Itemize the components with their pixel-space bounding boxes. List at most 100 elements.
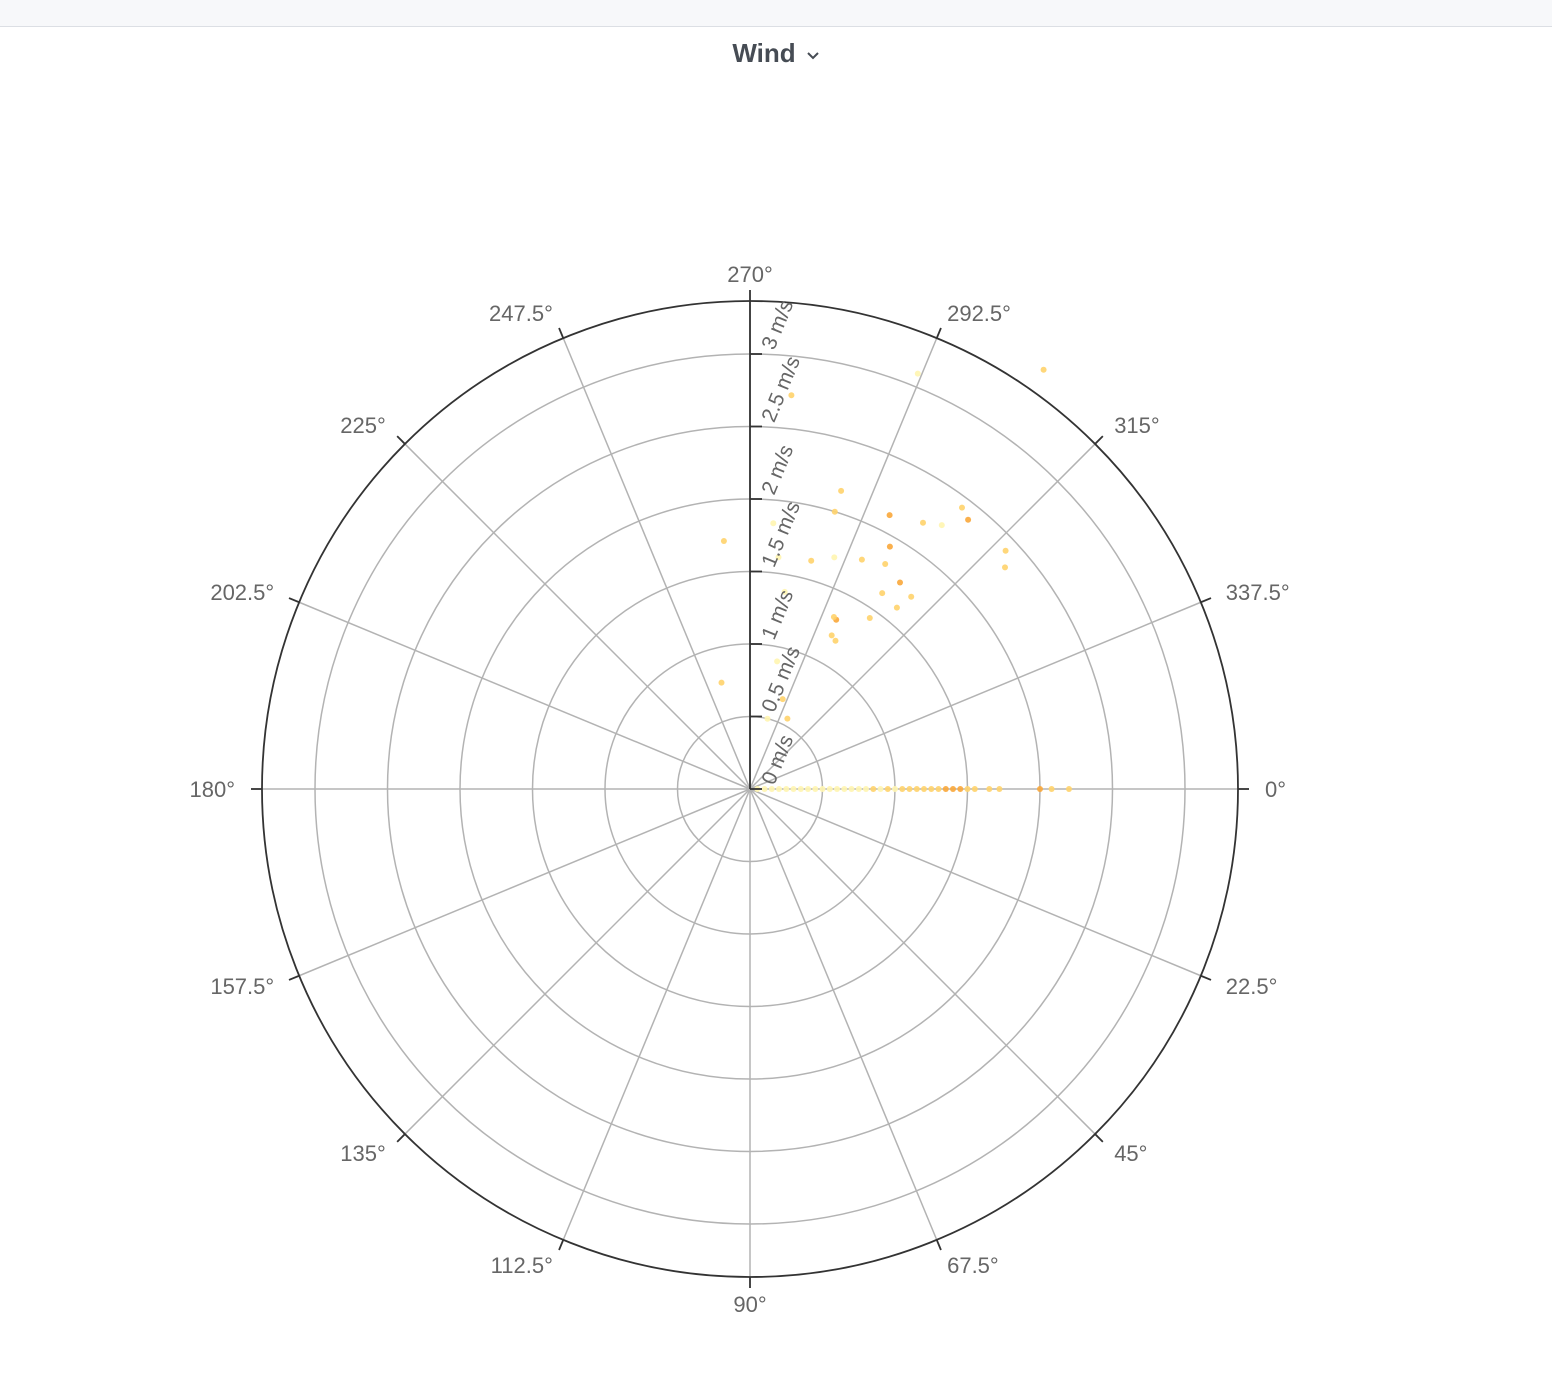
data-point	[920, 519, 926, 526]
angular-tick-label: 247.5°	[489, 301, 553, 326]
angular-tick-label: 202.5°	[210, 580, 274, 605]
angular-tick-label: 292.5°	[947, 301, 1011, 326]
angular-tick-label: 270°	[727, 262, 773, 287]
angular-tick	[935, 327, 942, 339]
data-point	[1066, 786, 1072, 792]
data-point	[834, 786, 840, 792]
data-point	[832, 637, 839, 644]
data-point	[935, 786, 942, 792]
data-point	[855, 786, 862, 792]
data-point	[897, 579, 903, 586]
data-point	[761, 786, 768, 792]
data-point	[812, 786, 819, 792]
angular-tick	[1200, 974, 1212, 981]
angular-grid-line	[562, 337, 751, 790]
angular-tick	[396, 435, 406, 445]
angular-tick-label: 180°	[189, 777, 235, 802]
radial-tick-label: 2.5 m/s	[757, 353, 805, 425]
data-point	[964, 786, 971, 792]
angular-grid-line	[404, 443, 751, 790]
data-point	[971, 786, 978, 792]
angular-tick	[288, 974, 300, 981]
data-point	[1002, 547, 1009, 554]
data-point	[879, 590, 886, 597]
data-point	[870, 786, 877, 792]
data-point	[899, 786, 906, 792]
data-point	[783, 786, 790, 792]
data-point	[886, 512, 893, 519]
angular-tick-label: 112.5°	[491, 1253, 553, 1278]
angular-tick-label: 315°	[1114, 413, 1160, 438]
data-point	[957, 786, 964, 792]
angular-tick	[935, 1239, 942, 1251]
data-point	[790, 786, 797, 792]
data-point	[908, 593, 915, 600]
angular-tick-label: 0°	[1265, 777, 1286, 802]
angular-tick-label: 157.5°	[210, 974, 274, 999]
data-point	[921, 786, 927, 792]
data-point	[819, 786, 826, 792]
data-point	[965, 516, 972, 523]
angular-tick-label: 45°	[1114, 1141, 1147, 1166]
data-point	[959, 504, 965, 511]
angular-tick	[558, 327, 565, 339]
angular-tick	[396, 1133, 406, 1143]
data-point	[914, 370, 921, 377]
angular-tick-label: 90°	[733, 1292, 766, 1317]
data-point	[996, 786, 1003, 792]
data-point	[828, 632, 835, 639]
angular-tick-label: 135°	[340, 1141, 386, 1166]
data-point	[841, 786, 848, 792]
data-point	[831, 554, 838, 561]
radial-tick-label: 3 m/s	[757, 297, 798, 353]
data-point	[882, 561, 889, 567]
angular-grid-line	[749, 443, 1096, 790]
data-point	[858, 556, 865, 563]
data-point	[863, 786, 869, 792]
data-point	[928, 786, 935, 792]
angular-tick	[558, 1239, 565, 1251]
data-point	[877, 786, 884, 792]
data-point	[808, 557, 815, 564]
data-point	[1048, 786, 1055, 792]
angular-grid-line	[749, 788, 1096, 1135]
data-point	[784, 715, 791, 722]
data-point	[986, 786, 993, 792]
radial-tick-label: 2 m/s	[757, 442, 798, 498]
data-point	[942, 786, 949, 792]
data-point	[764, 715, 771, 722]
angular-grid-line	[749, 788, 938, 1241]
data-point	[718, 679, 725, 686]
angular-tick-label: 225°	[340, 413, 386, 438]
radial-tick-label: 0.5 m/s	[757, 643, 805, 715]
radial-tick-label: 1.5 m/s	[757, 498, 805, 570]
angular-grid-line	[298, 601, 751, 790]
data-point	[848, 786, 855, 792]
data-point	[893, 604, 900, 611]
data-point	[892, 786, 898, 792]
angular-tick-label: 337.5°	[1226, 580, 1290, 605]
data-point	[831, 508, 838, 515]
angular-grid-line	[749, 788, 1202, 977]
data-point	[797, 786, 804, 792]
angular-tick	[1200, 597, 1212, 604]
data-point	[830, 614, 837, 620]
data-point	[913, 786, 920, 792]
data-point	[938, 522, 945, 529]
data-point	[720, 538, 727, 544]
angular-grid-line	[298, 788, 751, 977]
angular-tick-label: 67.5°	[947, 1253, 999, 1278]
angular-tick	[1094, 1133, 1104, 1143]
data-point	[1037, 786, 1043, 792]
angular-grid-line	[749, 601, 1202, 790]
radial-tick-label: 0 m/s	[757, 732, 798, 788]
data-point	[886, 543, 893, 550]
angular-grid-line	[404, 788, 751, 1135]
angular-tick	[288, 597, 300, 604]
angular-tick-label: 22.5°	[1226, 974, 1278, 999]
data-point	[866, 615, 873, 621]
data-point	[884, 786, 891, 792]
data-point	[1040, 366, 1047, 373]
angular-grid-line	[562, 788, 751, 1241]
data-point	[906, 786, 913, 792]
